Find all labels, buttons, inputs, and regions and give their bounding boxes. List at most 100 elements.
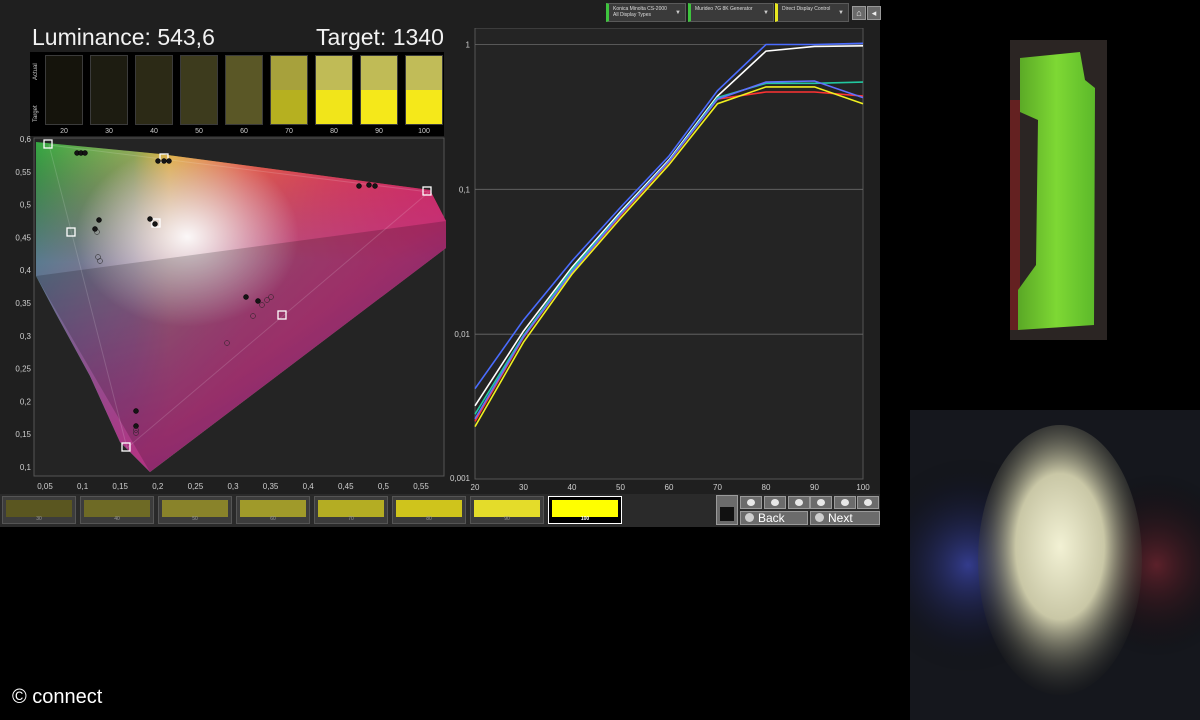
record-all-button[interactable] bbox=[764, 496, 786, 509]
measured-point bbox=[82, 150, 88, 156]
patch-color bbox=[474, 500, 540, 517]
options-button[interactable] bbox=[810, 496, 832, 509]
gamma-y-tick-label: 0,01 bbox=[454, 330, 470, 339]
patch-label: 30 bbox=[36, 516, 42, 522]
swatch-comparison-panel: Actual Target 20 30 40 50 60 70 80 90 100 bbox=[30, 52, 444, 136]
measured-point bbox=[356, 183, 362, 189]
actual-patch bbox=[271, 56, 307, 90]
patch-color bbox=[318, 500, 384, 517]
actual-patch bbox=[361, 56, 397, 90]
display-control-name: Direct Display Control bbox=[782, 6, 831, 12]
loop-icon bbox=[795, 499, 803, 506]
cie-chromaticity-diagram: 0,6 0,55 0,5 0,45 0,4 0,35 0,3 0,25 0,2 0,15 0,1 0… bbox=[15, 136, 446, 491]
gamma-x-tick-label: 60 bbox=[665, 483, 674, 492]
display-control-dropdown[interactable]: Direct Display Control ▼ bbox=[775, 3, 849, 22]
gamma-x-tick-label: 100 bbox=[856, 483, 870, 492]
patch-button[interactable]: 30 bbox=[2, 496, 76, 524]
gamma-x-tick-label: 80 bbox=[762, 483, 771, 492]
home-button[interactable]: ⌂ bbox=[852, 6, 866, 20]
cie-x-tick-label: 0,05 bbox=[37, 482, 53, 491]
patch-button[interactable]: 100 bbox=[548, 496, 622, 524]
cie-y-tick-label: 0,4 bbox=[20, 266, 32, 275]
cie-x-axis: 0,05 0,1 0,15 0,2 0,25 0,3 0,35 0,4 0,45 0,5 0,55 bbox=[37, 482, 429, 491]
checkmark-icon bbox=[864, 499, 872, 506]
back-button[interactable]: Back bbox=[740, 511, 808, 525]
generator-dropdown[interactable]: Murideo 7G 8K Generator ▼ bbox=[688, 3, 774, 22]
confirm-button[interactable] bbox=[857, 496, 879, 509]
gamma-y-tick-label: 0,001 bbox=[450, 474, 471, 483]
swatch-level-label: 70 bbox=[285, 128, 293, 135]
patch-label: 100 bbox=[580, 516, 590, 522]
measured-point bbox=[243, 294, 249, 300]
cie-x-tick-label: 0,45 bbox=[338, 482, 354, 491]
measured-point bbox=[96, 217, 102, 223]
calibration-app-window: Konica Minolta CS-2000 All Display Types… bbox=[0, 0, 881, 527]
grayscale-swatch bbox=[225, 55, 263, 125]
target-patch bbox=[181, 90, 217, 124]
cie-y-tick-label: 0,1 bbox=[20, 463, 32, 472]
patch-button[interactable]: 50 bbox=[158, 496, 232, 524]
target-patch bbox=[136, 90, 172, 124]
cie-y-tick-label: 0,45 bbox=[15, 233, 31, 242]
cie-y-tick-label: 0,3 bbox=[20, 332, 32, 341]
home-icon: ⌂ bbox=[856, 8, 862, 18]
target-value: 1340 bbox=[392, 24, 444, 50]
measured-point bbox=[152, 221, 158, 227]
gamma-x-tick-label: 20 bbox=[471, 483, 480, 492]
trash-button[interactable] bbox=[834, 496, 856, 509]
target-patch bbox=[271, 90, 307, 124]
patch-color bbox=[6, 500, 72, 517]
luminance-readout: Luminance: 543,6 bbox=[32, 24, 215, 51]
gamma-x-axis: 20 30 40 50 60 70 80 90 100 bbox=[471, 483, 871, 492]
record-button[interactable] bbox=[740, 496, 762, 509]
continuous-button[interactable] bbox=[788, 496, 810, 509]
grayscale-swatch bbox=[180, 55, 218, 125]
cie-x-tick-label: 0,5 bbox=[378, 482, 390, 491]
gamma-x-tick-label: 40 bbox=[568, 483, 577, 492]
chevron-down-icon: ▼ bbox=[763, 10, 769, 16]
back-arrow-button[interactable]: ◂ bbox=[867, 6, 881, 20]
swatch-level-label: 30 bbox=[105, 128, 113, 135]
actual-patch bbox=[91, 56, 127, 90]
patch-color bbox=[240, 500, 306, 517]
patch-label: 50 bbox=[192, 516, 198, 522]
meter-mode: All Display Types bbox=[613, 12, 651, 18]
cie-x-tick-label: 0,3 bbox=[227, 482, 239, 491]
patch-strip: Back Next 30 40 50 60 70 80 90 100 bbox=[0, 494, 880, 527]
patch-button[interactable]: 60 bbox=[236, 496, 310, 524]
cie-x-tick-label: 0,35 bbox=[263, 482, 279, 491]
gamma-y-tick-label: 1 bbox=[466, 41, 471, 50]
display-photo-white-blob bbox=[910, 410, 1200, 720]
settings-icon bbox=[817, 499, 825, 506]
meter-dropdown[interactable]: Konica Minolta CS-2000 All Display Types… bbox=[606, 3, 686, 22]
next-button[interactable]: Next bbox=[810, 511, 880, 525]
target-readout: Target: 1340 bbox=[316, 24, 444, 51]
patch-button[interactable]: 80 bbox=[392, 496, 466, 524]
target-patch bbox=[91, 90, 127, 124]
chevron-down-icon: ▼ bbox=[675, 10, 681, 16]
patch-button[interactable]: 70 bbox=[314, 496, 388, 524]
next-label: Next bbox=[828, 511, 853, 525]
patch-button[interactable]: 90 bbox=[470, 496, 544, 524]
gamma-eotf-chart: 20 30 40 50 60 70 80 90 100 1 0,1 0,01 0,001 bbox=[450, 28, 871, 492]
actual-patch bbox=[316, 56, 352, 90]
gamma-x-tick-label: 30 bbox=[519, 483, 528, 492]
stop-icon bbox=[720, 507, 734, 521]
cie-x-tick-label: 0,2 bbox=[152, 482, 164, 491]
swatch-level-label: 90 bbox=[375, 128, 383, 135]
grayscale-swatch bbox=[360, 55, 398, 125]
patch-label: 90 bbox=[504, 516, 510, 522]
gamma-y-tick-label: 0,1 bbox=[459, 185, 471, 194]
grayscale-swatch bbox=[90, 55, 128, 125]
stop-button[interactable] bbox=[716, 495, 738, 525]
trash-icon bbox=[841, 499, 849, 506]
patch-button[interactable]: 40 bbox=[80, 496, 154, 524]
gamma-x-tick-label: 70 bbox=[713, 483, 722, 492]
actual-patch bbox=[136, 56, 172, 90]
patch-label: 60 bbox=[270, 516, 276, 522]
back-label: Back bbox=[758, 511, 785, 525]
next-icon bbox=[815, 513, 824, 522]
cie-x-tick-label: 0,55 bbox=[413, 482, 429, 491]
actual-patch bbox=[181, 56, 217, 90]
swatch-level-label: 80 bbox=[330, 128, 338, 135]
